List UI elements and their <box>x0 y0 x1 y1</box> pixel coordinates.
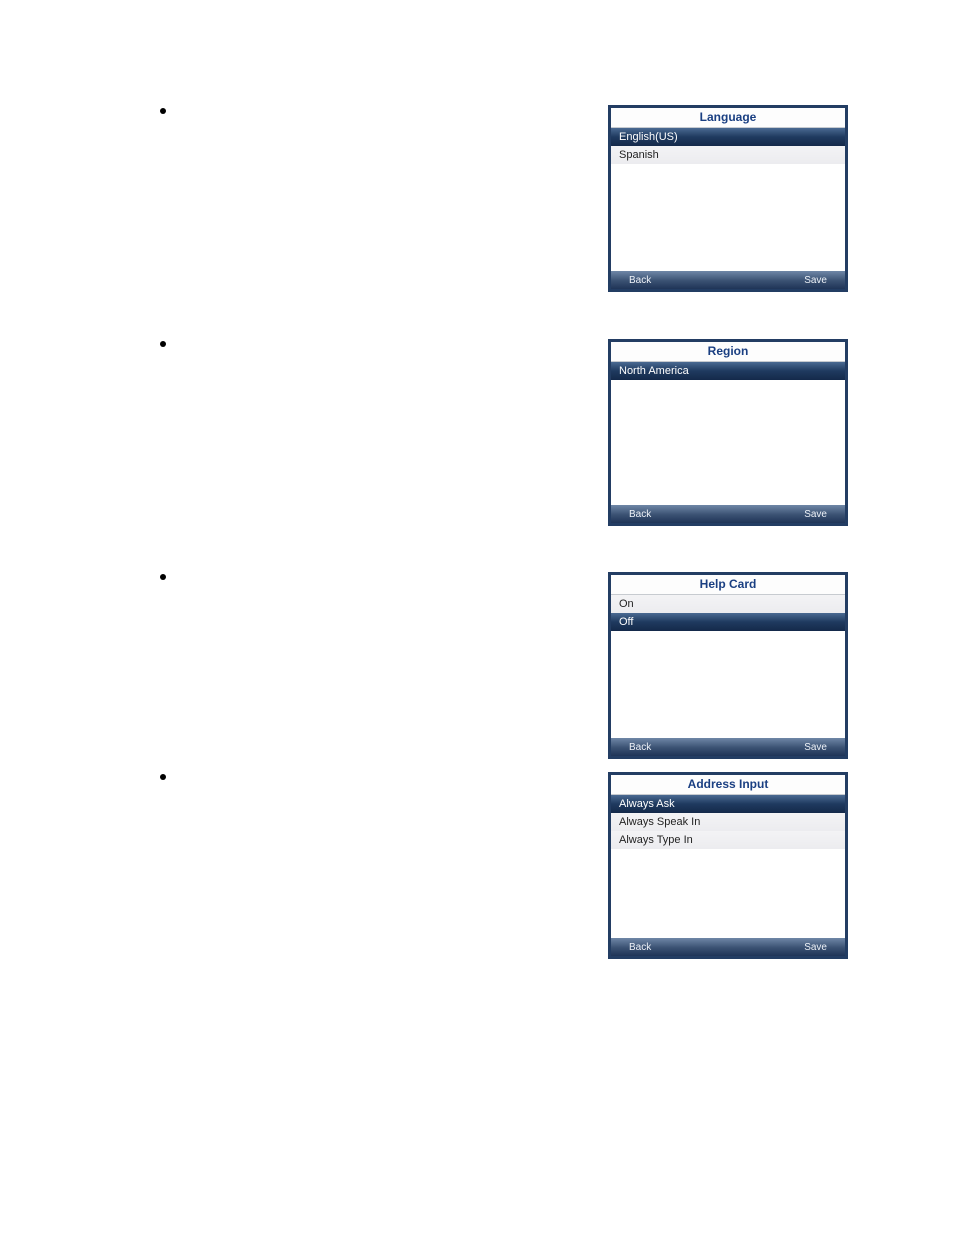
panel-title: Language <box>611 108 845 127</box>
bullet <box>160 574 166 580</box>
list-item[interactable]: On <box>611 595 845 613</box>
option-list: OnOff <box>611 595 845 738</box>
save-button[interactable]: Save <box>804 742 827 753</box>
back-button[interactable]: Back <box>629 509 651 520</box>
bullet <box>160 108 166 114</box>
back-button[interactable]: Back <box>629 742 651 753</box>
back-button[interactable]: Back <box>629 942 651 953</box>
save-button[interactable]: Save <box>804 275 827 286</box>
save-button[interactable]: Save <box>804 509 827 520</box>
bullet <box>160 774 166 780</box>
list-item[interactable]: English(US) <box>611 128 845 146</box>
panel-footer: Back Save <box>611 505 845 523</box>
settings-panel: Address InputAlways AskAlways Speak InAl… <box>608 772 848 959</box>
option-list: North America <box>611 362 845 505</box>
panel-title: Address Input <box>611 775 845 794</box>
list-item[interactable]: Always Speak In <box>611 813 845 831</box>
panel-footer: Back Save <box>611 738 845 756</box>
panel-footer: Back Save <box>611 271 845 289</box>
bullet <box>160 341 166 347</box>
list-item[interactable]: Always Type In <box>611 831 845 849</box>
list-item[interactable]: Off <box>611 613 845 631</box>
list-item[interactable]: Spanish <box>611 146 845 164</box>
save-button[interactable]: Save <box>804 942 827 953</box>
list-item[interactable]: North America <box>611 362 845 380</box>
panel-title: Region <box>611 342 845 361</box>
option-list: English(US)Spanish <box>611 128 845 271</box>
panel-footer: Back Save <box>611 938 845 956</box>
list-item[interactable]: Always Ask <box>611 795 845 813</box>
settings-panel: RegionNorth America Back Save <box>608 339 848 526</box>
settings-panel: Help CardOnOff Back Save <box>608 572 848 759</box>
settings-panel: LanguageEnglish(US)Spanish Back Save <box>608 105 848 292</box>
back-button[interactable]: Back <box>629 275 651 286</box>
option-list: Always AskAlways Speak InAlways Type In <box>611 795 845 938</box>
panel-title: Help Card <box>611 575 845 594</box>
